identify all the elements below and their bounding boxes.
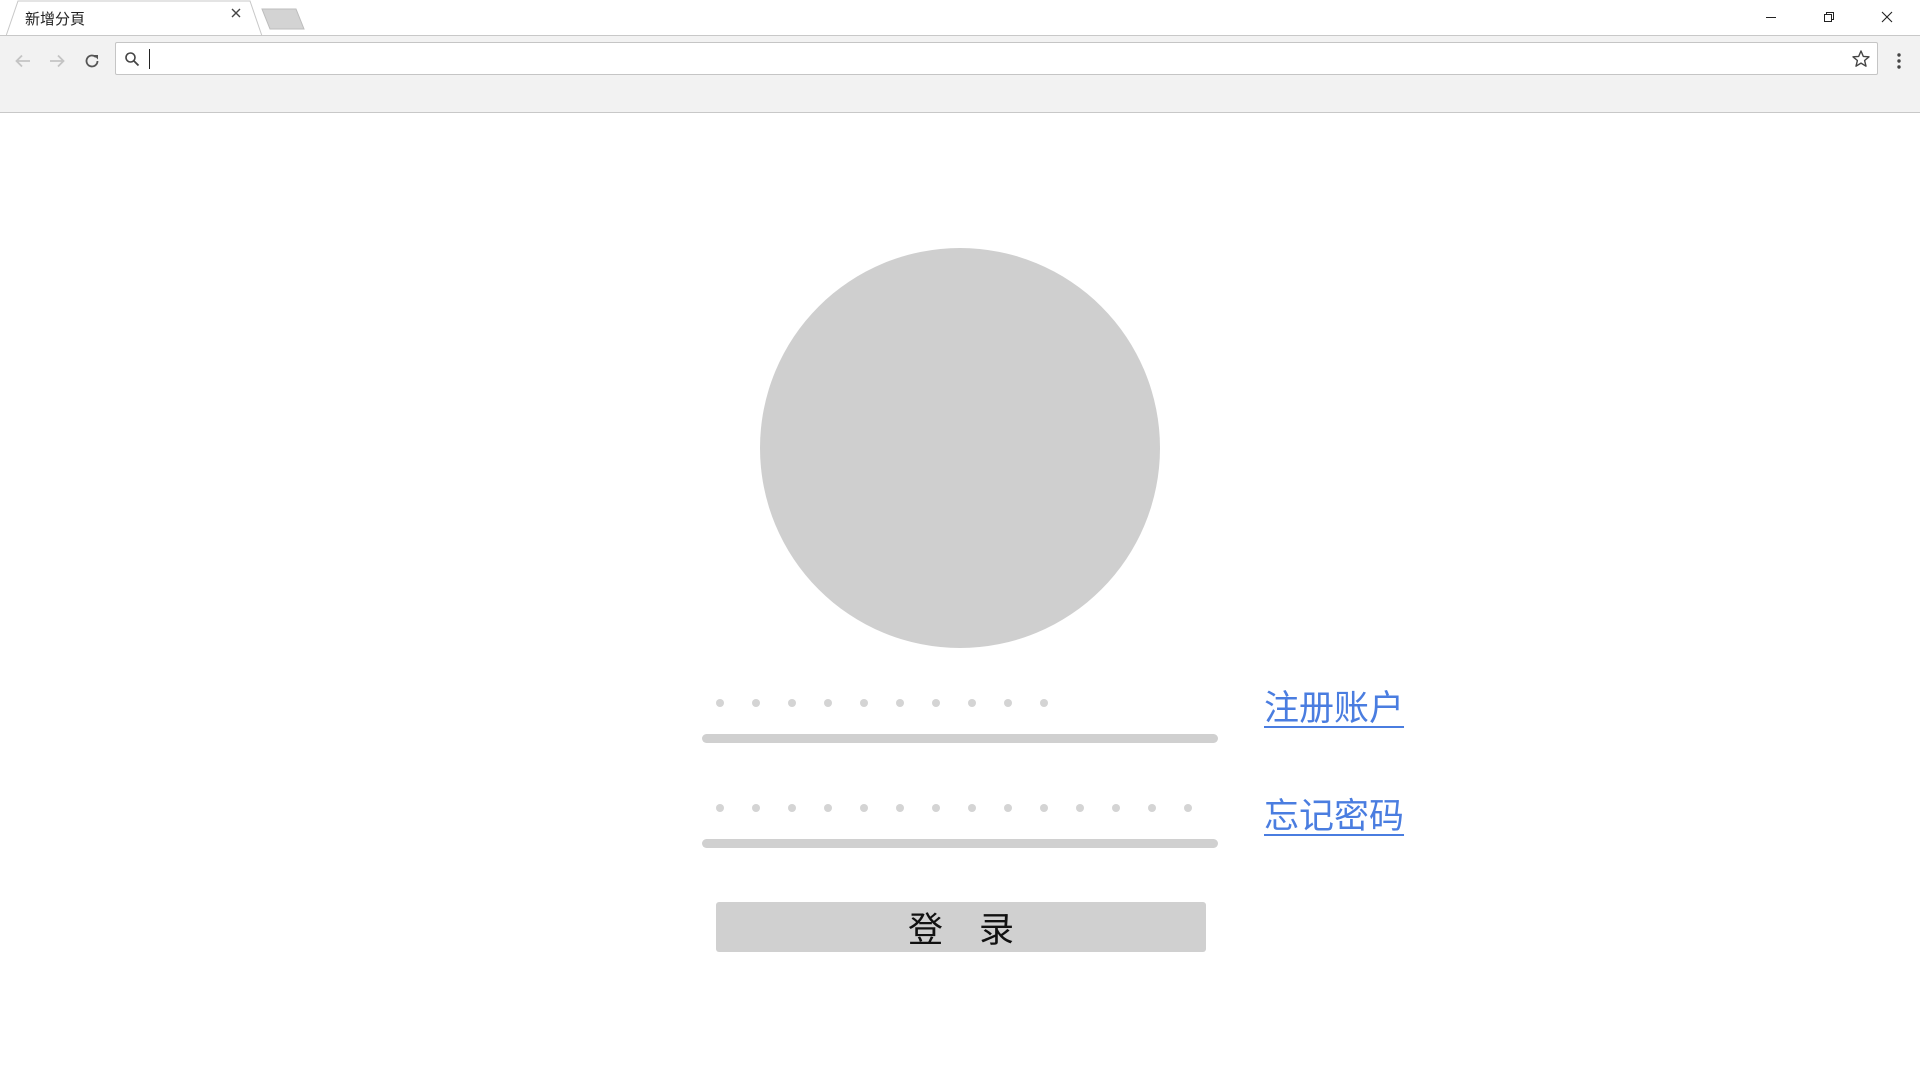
close-window-button[interactable]	[1858, 0, 1916, 34]
arrow-left-icon	[15, 54, 30, 68]
masked-char-dot	[752, 699, 760, 707]
tab-title: 新增分頁	[25, 10, 86, 28]
masked-char-dot	[1076, 804, 1084, 812]
browser-menu-button[interactable]	[1884, 46, 1914, 76]
masked-char-dot	[968, 699, 976, 707]
arrow-right-icon	[50, 54, 65, 68]
masked-char-dot	[1112, 804, 1120, 812]
masked-char-dot	[824, 804, 832, 812]
forward-button[interactable]	[42, 46, 72, 76]
text-caret	[149, 49, 150, 69]
masked-char-dot	[968, 804, 976, 812]
username-masked-dots	[716, 699, 1076, 707]
masked-char-dot	[1004, 699, 1012, 707]
password-underline	[702, 839, 1218, 848]
browser-toolbar	[0, 36, 1920, 113]
masked-char-dot	[860, 699, 868, 707]
masked-char-dot	[896, 699, 904, 707]
reload-button[interactable]	[77, 46, 107, 76]
masked-char-dot	[932, 699, 940, 707]
username-underline	[702, 734, 1218, 743]
restore-window-button[interactable]	[1800, 0, 1858, 34]
close-icon	[1881, 11, 1893, 23]
back-button[interactable]	[8, 46, 38, 76]
address-bar[interactable]	[115, 42, 1878, 75]
masked-char-dot	[1184, 804, 1192, 812]
browser-title-bar: 新增分頁	[0, 0, 1920, 36]
masked-char-dot	[752, 804, 760, 812]
password-field[interactable]	[702, 790, 1218, 830]
tab-close-icon[interactable]	[231, 8, 249, 26]
search-icon	[125, 52, 140, 67]
masked-char-dot	[716, 699, 724, 707]
masked-char-dot	[896, 804, 904, 812]
masked-char-dot	[1040, 699, 1048, 707]
login-button[interactable]: 登录	[716, 902, 1206, 952]
masked-char-dot	[1148, 804, 1156, 812]
masked-char-dot	[1004, 804, 1012, 812]
masked-char-dot	[860, 804, 868, 812]
masked-char-dot	[788, 804, 796, 812]
new-tab-button[interactable]	[260, 8, 306, 30]
masked-char-dot	[932, 804, 940, 812]
more-vert-icon	[1897, 53, 1901, 69]
forgot-password-link[interactable]: 忘记密码	[1264, 788, 1404, 839]
register-account-link[interactable]: 注册账户	[1264, 680, 1404, 731]
address-input[interactable]	[147, 46, 1827, 71]
masked-char-dot	[788, 699, 796, 707]
minimize-icon	[1766, 17, 1776, 18]
minimize-window-button[interactable]	[1742, 0, 1800, 34]
browser-tab-active[interactable]: 新增分頁	[6, 0, 263, 36]
reload-icon	[85, 54, 99, 68]
masked-char-dot	[1040, 804, 1048, 812]
masked-char-dot	[716, 804, 724, 812]
avatar-placeholder	[760, 248, 1160, 648]
username-field[interactable]	[702, 685, 1218, 725]
star-icon[interactable]	[1851, 49, 1871, 69]
restore-icon	[1824, 12, 1834, 22]
masked-char-dot	[824, 699, 832, 707]
password-masked-dots	[716, 804, 1220, 812]
